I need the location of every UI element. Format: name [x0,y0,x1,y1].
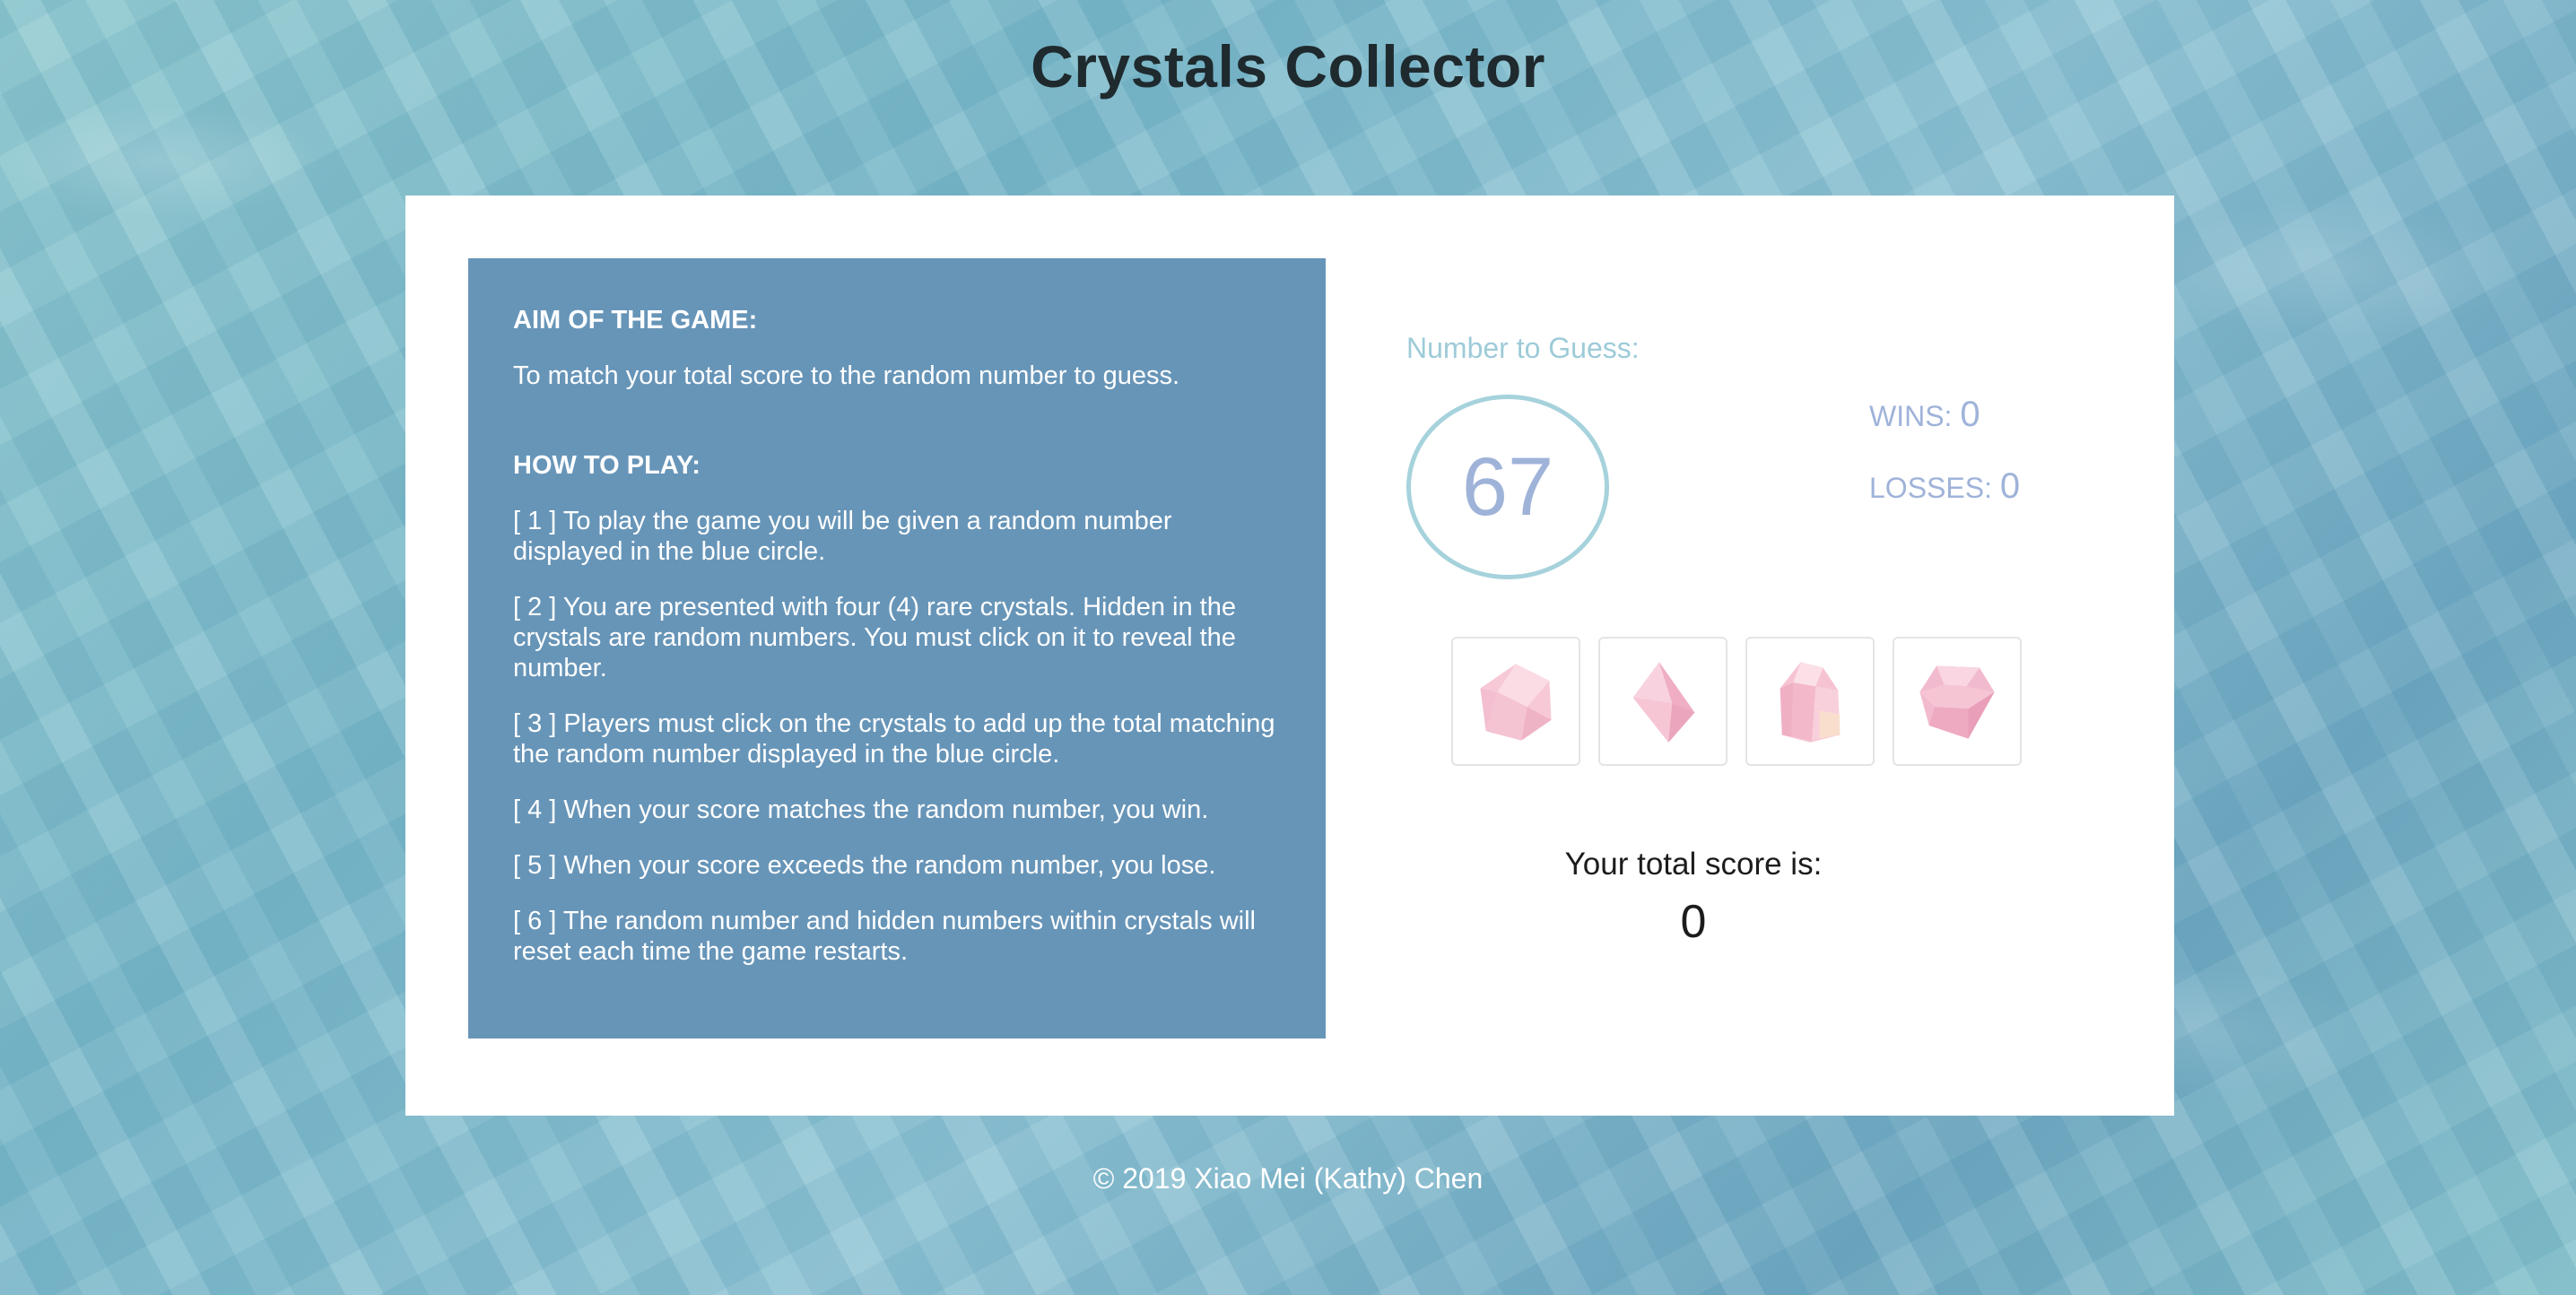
crystal-button-3[interactable] [1745,637,1875,766]
aim-text: To match your total score to the random … [513,361,1180,390]
total-score-label: Your total score is: [1564,847,1823,882]
instruction-step: [ 5 ] When your score exceeds the random… [513,851,1216,880]
total-score-value: 0 [1680,896,1707,948]
how-to-play-heading: HOW TO PLAY: [513,451,701,480]
target-number-circle: 67 [1406,395,1609,579]
aim-heading: AIM OF THE GAME: [513,306,758,335]
instruction-step: [ 2 ] You are presented with four (4) ra… [513,593,1236,682]
pink-crystal-cluster-icon [1780,662,1841,743]
losses-counter: LOSSES: 0 [1869,466,2020,507]
instructions-panel: AIM OF THE GAME: To match your total sco… [468,258,1326,1039]
crystal-button-4[interactable] [1893,637,2022,766]
pink-crystal-gem-icon [1919,665,1995,739]
losses-value: 0 [1999,466,2021,506]
number-to-guess-label: Number to Guess: [1406,332,1640,364]
pink-crystal-diamond-icon [1632,662,1695,743]
instruction-step: [ 3 ] Players must click on the crystals… [513,709,1275,769]
crystal-button-2[interactable] [1598,637,1727,766]
pink-crystal-hexagon-icon [1480,664,1552,741]
target-number: 67 [1461,440,1554,533]
wins-label: WINS: [1869,400,1953,432]
wins-value: 0 [1960,395,1980,434]
crystal-button-1[interactable] [1451,637,1580,766]
page-title: Crystals Collector [1031,33,1545,100]
instruction-step: [ 6 ] The random number and hidden numbe… [513,907,1256,966]
wins-counter: WINS: 0 [1869,395,1980,435]
footer-copyright: © 2019 Xiao Mei (Kathy) Chen [1092,1162,1484,1195]
instruction-step: [ 1 ] To play the game you will be given… [513,507,1172,566]
instruction-step: [ 4 ] When your score matches the random… [513,795,1209,824]
losses-label: LOSSES: [1869,472,1992,504]
game-card: AIM OF THE GAME: To match your total sco… [405,196,2174,1116]
